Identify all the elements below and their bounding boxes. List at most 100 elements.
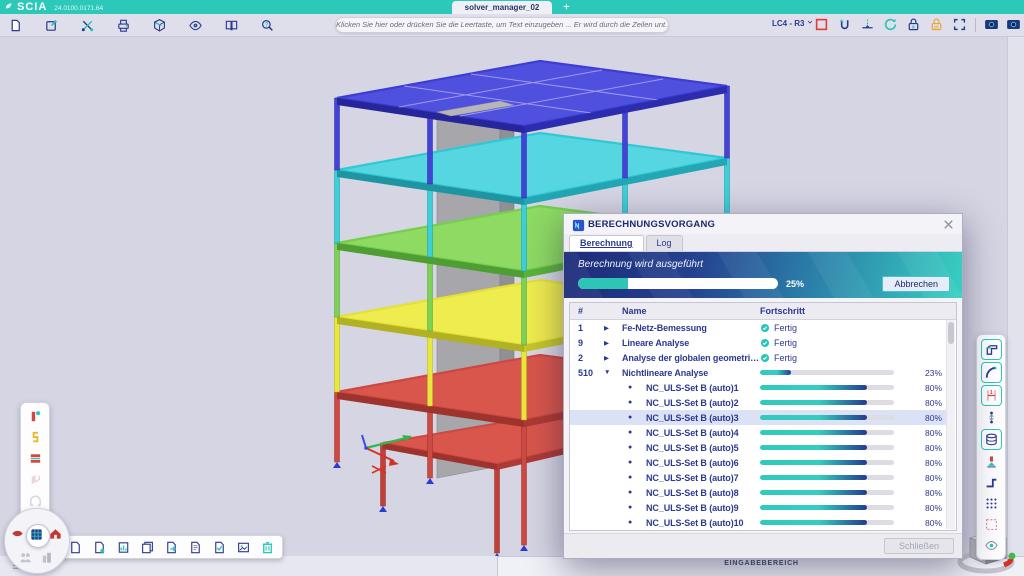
spacing-icon[interactable] [982,408,1001,427]
expand-arrow-icon[interactable]: ▶ [604,339,622,347]
image-frame-icon[interactable] [234,538,253,557]
member-2-icon[interactable] [982,473,1001,492]
toolbar-separator [975,18,976,32]
row-progress-percent: 80% [910,428,946,438]
close-button[interactable]: Schließen [884,538,954,554]
table-scrollbar[interactable] [946,320,955,529]
input-panel[interactable]: EINGABEBEREICH [497,556,1024,576]
calc-row[interactable]: 1▶Fe-Netz-BemessungFertig [570,320,946,335]
bullet-icon: ● [628,444,646,451]
dialog-titlebar[interactable]: BERECHNUNGSVORGANG [564,214,962,234]
calc-row[interactable]: ●NC_ULS-Set B (auto)1080% [570,515,946,530]
expand-arrow-icon[interactable]: ▶ [604,354,622,362]
close-icon[interactable] [941,217,955,231]
edit-model-icon[interactable] [42,16,61,35]
tab-log[interactable]: Log [646,235,683,251]
dimension-icon[interactable]: 1 [981,385,1002,406]
progress-status-text: Berechnung wird ausgeführt [578,259,703,270]
progress-percent: 25% [786,279,804,289]
calc-row[interactable]: ●NC_ULS-Set B (auto)380% [570,410,946,425]
wall-tool-icon[interactable] [26,470,45,489]
printer-icon[interactable] [114,16,133,35]
bullet-icon: ● [628,429,646,436]
visibility-eye-icon[interactable] [982,536,1001,555]
row-progress-bar [760,505,894,510]
doc-chart-icon[interactable] [114,538,133,557]
calc-row[interactable]: 510▼Nichtlineare Analyse23% [570,365,946,380]
row-progress-bar [760,400,894,405]
scrollbar-thumb[interactable] [948,322,954,344]
calc-row[interactable]: ●NC_ULS-Set B (auto)780% [570,470,946,485]
right-tool-panel: 1 [976,334,1006,560]
doc-open-icon[interactable] [90,538,109,557]
calc-row[interactable]: ●NC_ULS-Set B (auto)180% [570,380,946,395]
bullet-icon: ● [628,504,646,511]
workstation-hub[interactable] [4,508,70,574]
toolbar-window-group [982,15,1023,34]
col-progress: Fortschritt [760,306,910,316]
hub-people-icon[interactable] [18,550,34,566]
tools-icon[interactable] [78,16,97,35]
done-label: Fertig [774,353,797,363]
trash-icon[interactable] [258,538,277,557]
toolbar-right-group: a16 [812,15,969,34]
row-progress-percent: 80% [910,398,946,408]
calc-row[interactable]: 9▶Lineare AnalyseFertig [570,335,946,350]
calc-row[interactable]: ●NC_ULS-Set B (auto)680% [570,455,946,470]
hub-house-icon[interactable] [48,526,64,542]
new-tab-button[interactable] [560,0,574,14]
calc-row[interactable]: ●NC_ULS-Set B (auto)280% [570,395,946,410]
cancel-button[interactable]: Abbrechen [882,276,950,292]
row-progress-bar [760,430,894,435]
column-tool-icon[interactable] [26,407,45,426]
document-tab[interactable]: solver_manager_02 [452,1,552,14]
doc-check-icon[interactable] [210,538,229,557]
hub-red-icon[interactable] [10,526,26,542]
slab-tool-icon[interactable] [26,449,45,468]
region-dashed-icon[interactable] [982,515,1001,534]
lock-16-icon[interactable]: 16 [927,15,946,34]
expand-arrow-icon[interactable]: ▶ [604,324,622,332]
doc-props-icon[interactable] [186,538,205,557]
refresh-icon[interactable] [881,15,900,34]
app-window: SCIA 24.0100.0171.64 solver_manager_02 ?… [0,0,1024,576]
tab-berechnung[interactable]: Berechnung [569,235,644,251]
library-book-icon[interactable] [222,16,241,35]
done-check-icon [760,353,770,363]
section-icon[interactable] [858,15,877,34]
layers-icon[interactable] [981,429,1002,450]
search-help-icon[interactable]: ? [258,16,277,35]
load-case-selector[interactable]: LC4 - R3 [772,18,814,28]
fullscreen-icon[interactable] [950,15,969,34]
screen-view-2-icon[interactable] [1004,15,1023,34]
calc-row[interactable]: ●NC_ULS-Set B (auto)580% [570,440,946,455]
row-progress-percent: 80% [910,488,946,498]
new-document-icon[interactable] [6,16,25,35]
node-support-icon[interactable] [982,452,1001,471]
screen-view-icon[interactable] [982,15,1001,34]
calc-row[interactable]: 2▶Analyse der globalen geometrischen Imp… [570,350,946,365]
calc-row[interactable]: ●NC_ULS-Set B (auto)880% [570,485,946,500]
scia-logo: SCIA 24.0100.0171.64 [0,0,103,14]
doc-copy-icon[interactable] [138,538,157,557]
lock-a-icon[interactable]: a [904,15,923,34]
calc-row[interactable]: ●NC_ULS-Set B (auto)480% [570,425,946,440]
command-hint[interactable]: Klicken Sie hier oder drücken Sie die Le… [335,17,669,33]
model-view-icon[interactable] [150,16,169,35]
done-label: Fertig [774,323,797,333]
undo-icon[interactable] [835,15,854,34]
bullet-icon: ● [628,399,646,406]
bullet-icon: ● [628,489,646,496]
view-eye-icon[interactable] [186,16,205,35]
calc-row[interactable]: ●NC_ULS-Set B (auto)980% [570,500,946,515]
curved-member-icon[interactable] [981,362,1002,383]
collapse-arrow-icon[interactable]: ▼ [604,369,622,376]
dots-grid-icon[interactable] [982,494,1001,513]
hub-city-icon[interactable] [40,550,56,566]
banner-progress-fill [578,278,628,289]
doc-export-icon[interactable] [162,538,181,557]
hub-grid-icon[interactable] [29,527,45,543]
beam-tool-icon[interactable] [26,428,45,447]
viewbox-icon[interactable] [812,15,831,34]
member-elbow-icon[interactable] [981,339,1002,360]
